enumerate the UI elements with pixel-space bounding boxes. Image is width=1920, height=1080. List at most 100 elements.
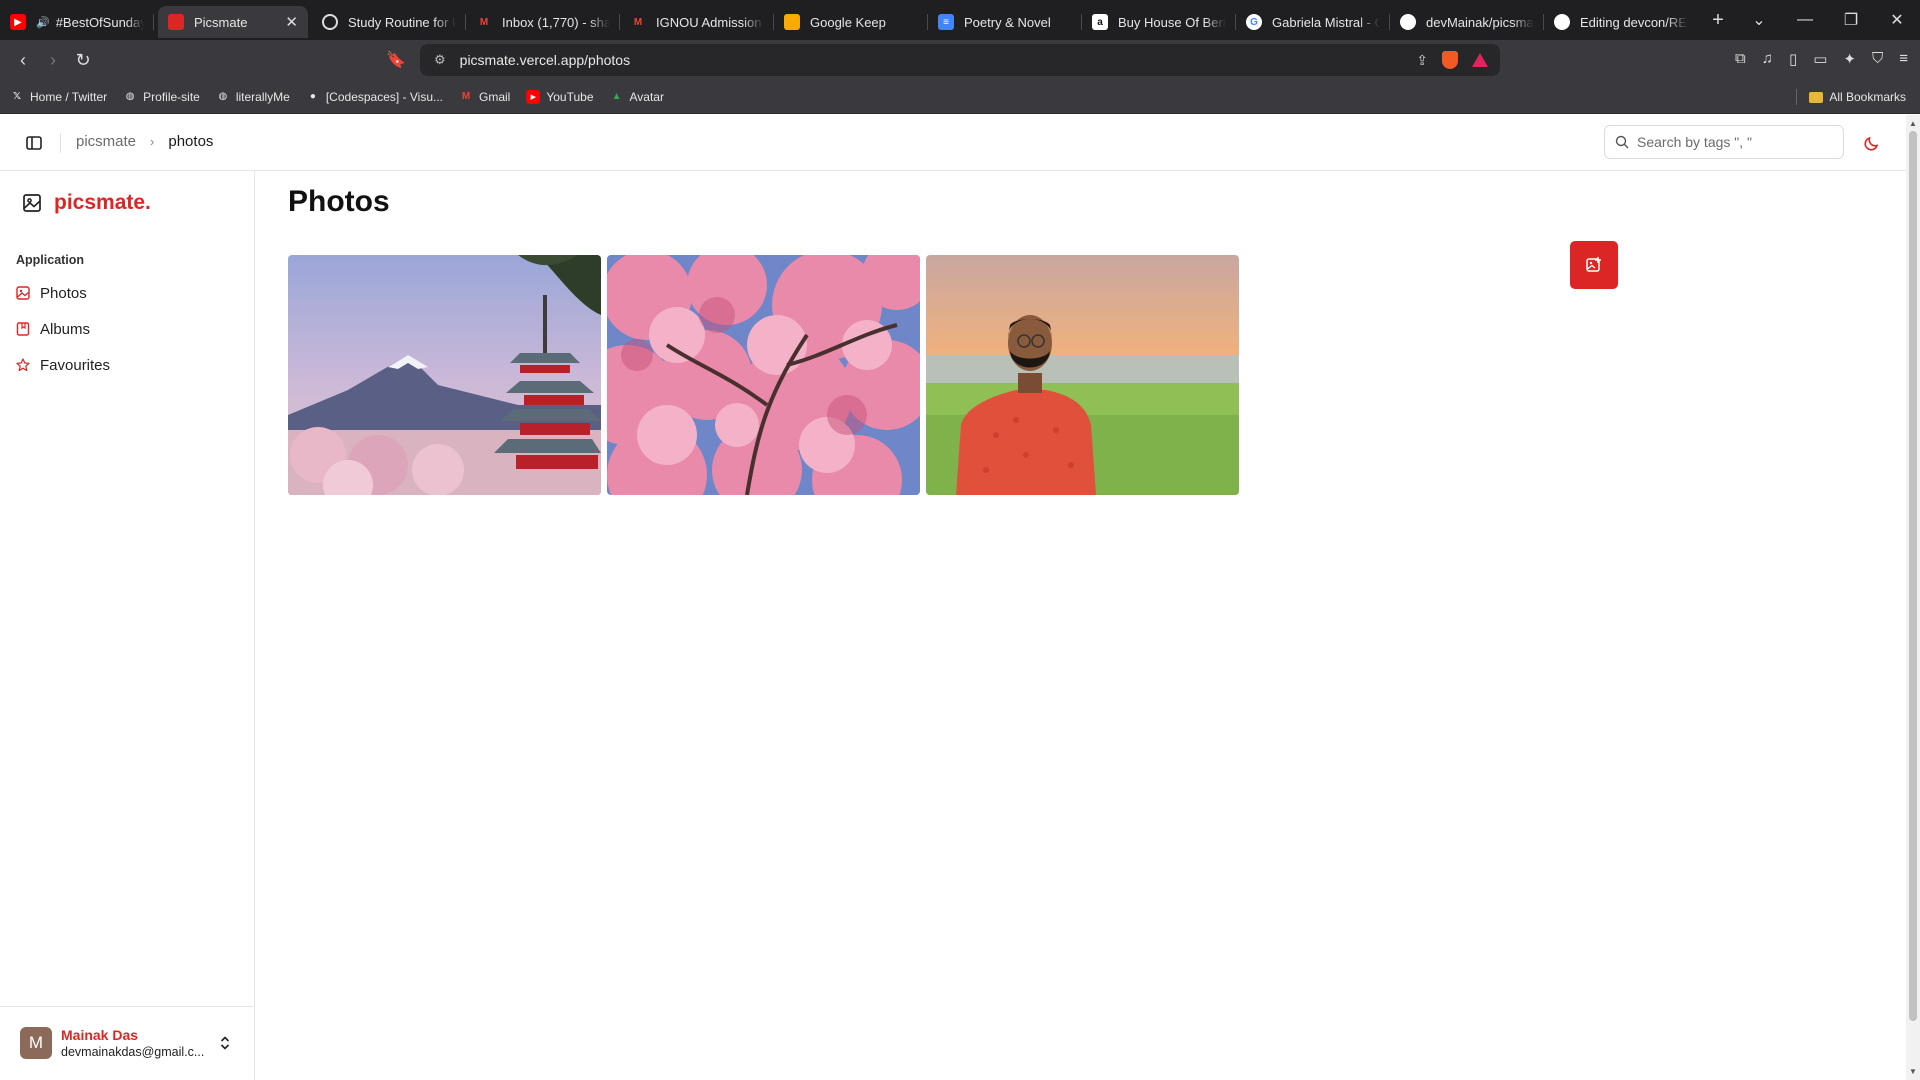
all-bookmarks-button[interactable]: All Bookmarks xyxy=(1796,89,1906,105)
bookmark-item[interactable]: ◍ literallyMe xyxy=(216,90,289,104)
brave-shield-icon[interactable] xyxy=(1442,51,1458,69)
sidebar-item-albums[interactable]: Albums xyxy=(16,311,241,347)
bookmark-label: YouTube xyxy=(546,89,594,104)
browser-tab-active[interactable]: Picsmate ✕ xyxy=(158,6,308,38)
tab-title: devMainak/picsma xyxy=(1426,14,1534,30)
photo-card[interactable] xyxy=(288,255,601,495)
new-tab-icon[interactable]: + xyxy=(1706,9,1730,32)
bookmark-label: Profile-site xyxy=(143,89,200,104)
tab-title: Study Routine for U xyxy=(348,14,456,30)
amazon-icon: a xyxy=(1092,14,1108,30)
breadcrumb: picsmate › photos xyxy=(76,133,213,150)
sidebar-toggle-icon[interactable] xyxy=(24,133,44,153)
back-icon[interactable]: ‹ xyxy=(8,50,38,71)
leo-ai-icon[interactable]: ✦ xyxy=(1843,50,1856,68)
page-scrollbar[interactable]: ▲ ▼ xyxy=(1906,115,1920,1080)
wallet-icon[interactable]: ▭ xyxy=(1813,50,1827,68)
browser-toolbar: ‹ › ↻ 🔖 ⚙ picsmate.vercel.app/photos ⇪ ⧉… xyxy=(0,40,1920,80)
photo-image xyxy=(607,255,920,495)
docs-icon: ≡ xyxy=(938,14,954,30)
brave-rewards-icon[interactable] xyxy=(1472,53,1488,67)
search-input[interactable] xyxy=(1637,134,1837,150)
drive-icon: ▲ xyxy=(611,91,622,102)
photo-grid xyxy=(288,255,1239,495)
restore-icon[interactable]: ❐ xyxy=(1828,10,1874,30)
extensions-icon[interactable]: ⧉ xyxy=(1735,50,1746,68)
browser-tab[interactable]: Editing devcon/REA xyxy=(1544,6,1698,38)
minimize-icon[interactable]: — xyxy=(1782,11,1828,29)
keep-icon xyxy=(784,14,800,30)
address-bar[interactable]: ⚙ picsmate.vercel.app/photos ⇪ xyxy=(420,44,1500,76)
bookmark-item[interactable]: ◍ Profile-site xyxy=(123,90,200,104)
bookmark-item[interactable]: ▲ Avatar xyxy=(610,90,664,104)
tab-title: IGNOU Admission xyxy=(656,14,762,30)
photo-card[interactable] xyxy=(607,255,920,495)
browser-tab[interactable]: a Buy House Of Bern xyxy=(1082,6,1236,38)
browser-tab[interactable]: M IGNOU Admission xyxy=(620,6,774,38)
photo-card[interactable] xyxy=(926,255,1239,495)
media-icon[interactable]: ♫ xyxy=(1762,50,1773,68)
tab-title: Poetry & Novel xyxy=(964,14,1051,30)
upload-photo-button[interactable] xyxy=(1570,241,1618,289)
tab-title: Editing devcon/REA xyxy=(1580,14,1688,30)
scrollbar-thumb[interactable] xyxy=(1909,131,1917,1021)
openai-icon xyxy=(322,14,338,30)
menu-icon[interactable]: ≡ xyxy=(1899,50,1908,68)
sidebar-nav: Photos Albums Favourites xyxy=(16,275,241,383)
close-window-icon[interactable]: ✕ xyxy=(1874,10,1920,30)
bookmark-label: Avatar xyxy=(629,89,664,104)
image-icon xyxy=(16,286,30,300)
theme-toggle-icon[interactable] xyxy=(1862,133,1882,153)
star-icon xyxy=(16,358,30,372)
sidebar-item-photos[interactable]: Photos xyxy=(16,275,241,311)
sidebar-item-label: Favourites xyxy=(40,356,111,374)
brand[interactable]: picsmate. xyxy=(22,191,151,215)
chevrons-up-down-icon xyxy=(220,1036,230,1050)
github-icon xyxy=(1400,14,1416,30)
globe-icon: ◍ xyxy=(125,91,135,102)
browser-tab[interactable]: G Gabriela Mistral - G xyxy=(1236,6,1390,38)
sidebar-icon[interactable]: ▯ xyxy=(1789,50,1797,68)
bookmark-item[interactable]: ▶ YouTube xyxy=(526,89,594,104)
tab-search-icon[interactable]: ⌄ xyxy=(1736,10,1782,30)
app-root: picsmate › photos picsmate. Application xyxy=(0,115,1906,1080)
browser-tab[interactable]: M Inbox (1,770) - sha xyxy=(466,6,620,38)
bookmark-icon[interactable]: 🔖 xyxy=(386,50,406,70)
bookmark-item[interactable]: M Gmail xyxy=(459,89,511,104)
scroll-down-icon[interactable]: ▼ xyxy=(1909,1067,1917,1076)
tab-title: Picsmate xyxy=(194,14,248,30)
reload-icon[interactable]: ↻ xyxy=(68,50,98,71)
url-text: picsmate.vercel.app/photos xyxy=(459,52,631,68)
page-title: Photos xyxy=(288,185,390,218)
gmail-icon: M xyxy=(479,16,489,28)
vpn-icon[interactable]: ⛉ xyxy=(1872,50,1883,68)
globe-icon: ◍ xyxy=(218,91,228,102)
scroll-up-icon[interactable]: ▲ xyxy=(1909,119,1917,128)
share-icon[interactable]: ⇪ xyxy=(1416,52,1428,69)
breadcrumb-root[interactable]: picsmate xyxy=(76,133,136,150)
user-name: Mainak Das xyxy=(61,1027,139,1043)
browser-tab[interactable]: Google Keep xyxy=(774,6,928,38)
youtube-icon: ▶ xyxy=(526,89,541,104)
bookmark-label: Gmail xyxy=(479,89,511,104)
browser-tab[interactable]: ≡ Poetry & Novel xyxy=(928,6,1082,38)
user-menu[interactable]: M Mainak Das devmainakdas@gmail.c... xyxy=(0,1006,255,1080)
bookmark-item[interactable]: 𝕏 Home / Twitter xyxy=(10,90,107,104)
tab-title: #BestOfSunday xyxy=(55,14,144,30)
close-tab-icon[interactable]: ✕ xyxy=(285,13,298,31)
forward-icon[interactable]: › xyxy=(38,50,68,71)
all-bookmarks-label: All Bookmarks xyxy=(1829,90,1906,104)
speaker-icon[interactable]: 🔊 xyxy=(36,16,50,29)
search-box[interactable] xyxy=(1604,125,1844,159)
youtube-icon: ▶ xyxy=(10,14,26,30)
github-icon: ● xyxy=(309,91,316,102)
bookmark-item[interactable]: ● [Codespaces] - Visu... xyxy=(306,90,443,104)
browser-tab[interactable]: Study Routine for U xyxy=(312,6,466,38)
github-icon xyxy=(1554,14,1570,30)
browser-tab[interactable]: ▶ 🔊 #BestOfSunday xyxy=(0,6,154,38)
site-settings-icon[interactable]: ⚙ xyxy=(434,52,446,68)
browser-tab[interactable]: devMainak/picsma xyxy=(1390,6,1544,38)
chevron-right-icon: › xyxy=(150,134,155,149)
tab-title: Google Keep xyxy=(810,14,886,30)
sidebar-item-favourites[interactable]: Favourites xyxy=(16,347,241,383)
